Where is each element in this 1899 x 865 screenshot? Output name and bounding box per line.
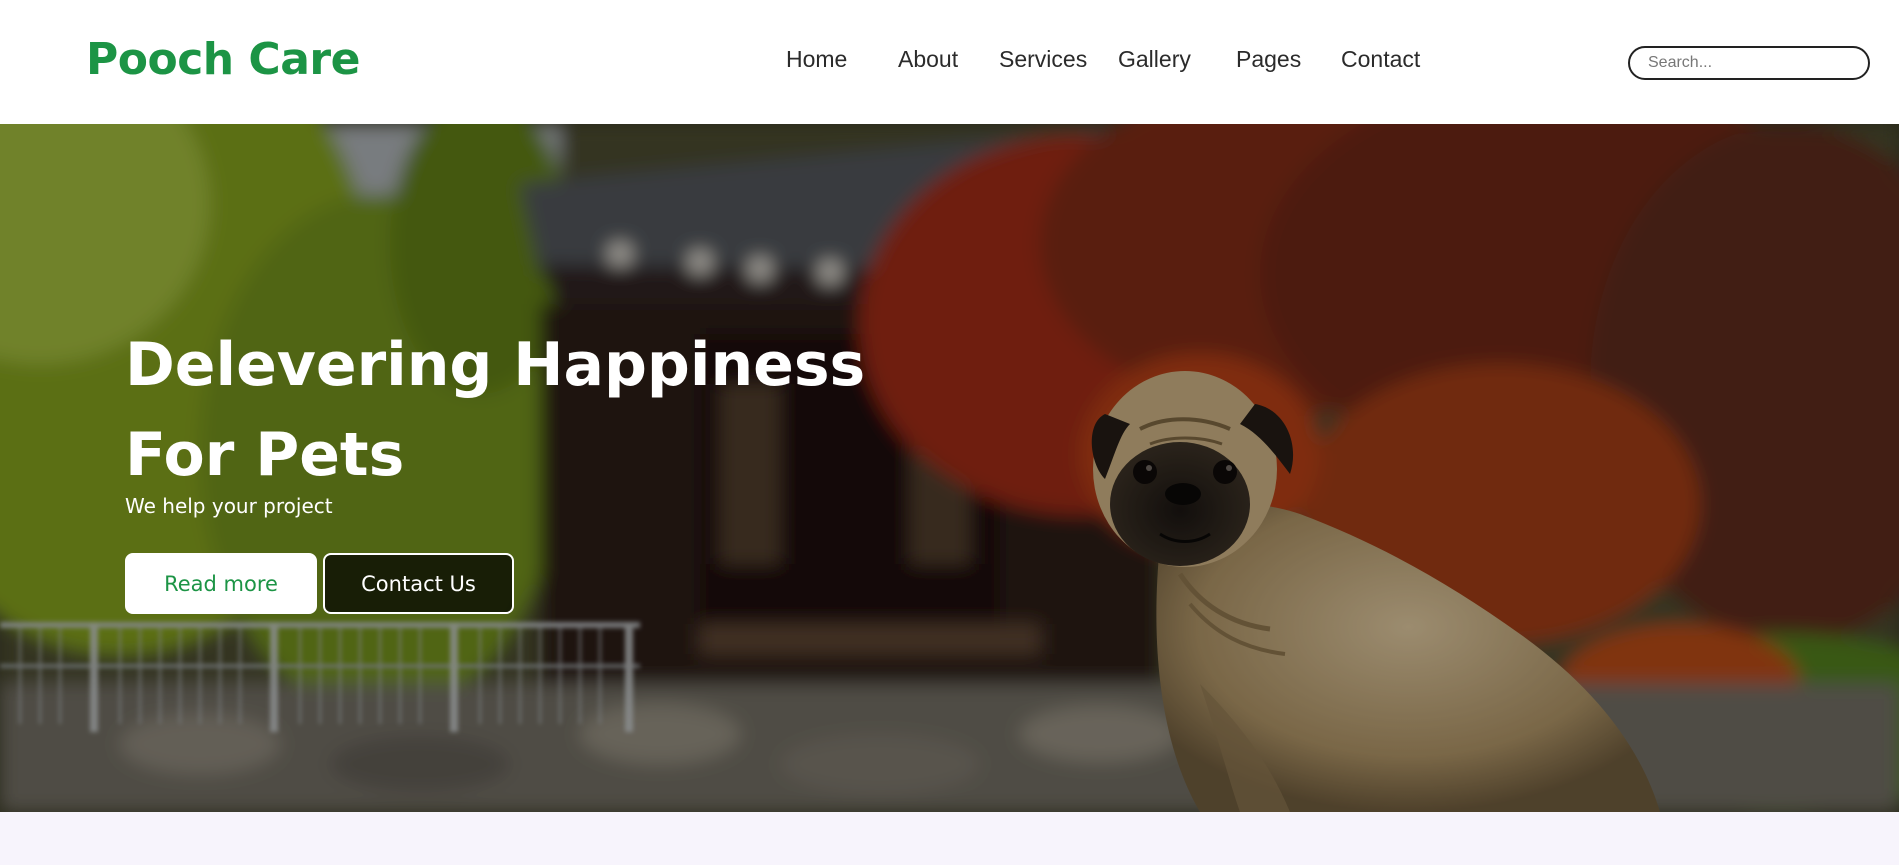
next-section	[0, 812, 1899, 865]
brand-logo[interactable]: Pooch Care	[86, 34, 360, 85]
nav-item-gallery[interactable]: Gallery	[1118, 46, 1191, 73]
nav-item-services[interactable]: Services	[999, 46, 1087, 73]
nav-item-contact[interactable]: Contact	[1341, 46, 1420, 73]
hero-title: Delevering Happiness For Pets	[125, 320, 885, 500]
hero-section: Delevering Happiness For Pets We help yo…	[0, 124, 1899, 812]
nav-item-home[interactable]: Home	[786, 46, 847, 73]
page: Pooch Care Home About Services Gallery P…	[0, 0, 1899, 865]
nav-item-about[interactable]: About	[898, 46, 958, 73]
read-more-button[interactable]: Read more	[125, 553, 317, 614]
hero-subtitle: We help your project	[125, 494, 333, 518]
hero-title-line-1: Delevering Happiness	[125, 330, 866, 400]
search-input[interactable]	[1628, 46, 1870, 80]
hero-title-line-2: For Pets	[125, 420, 405, 490]
contact-us-button[interactable]: Contact Us	[323, 553, 514, 614]
nav-item-pages[interactable]: Pages	[1236, 46, 1301, 73]
site-header: Pooch Care Home About Services Gallery P…	[0, 0, 1899, 124]
